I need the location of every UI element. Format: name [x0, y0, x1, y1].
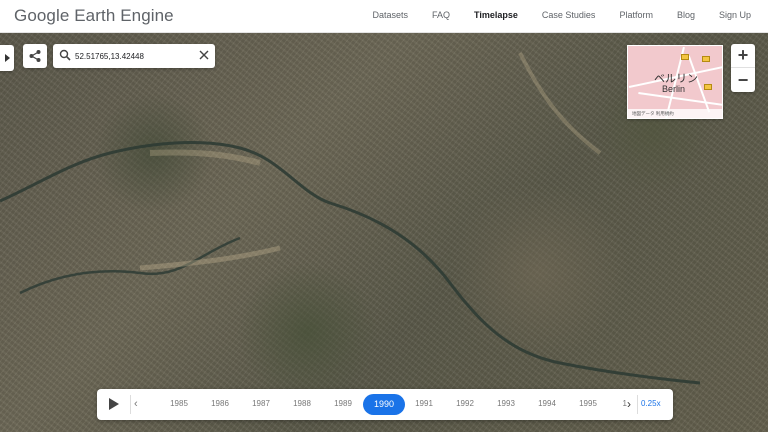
minimap-footer: 地図データ 利用規約 — [628, 109, 722, 118]
chevron-right-icon — [4, 54, 10, 62]
year-item-selected[interactable]: 1990 — [363, 394, 405, 415]
logo[interactable]: Google Earth Engine — [14, 6, 174, 26]
zoom-controls: + − — [731, 44, 755, 92]
year-item[interactable]: 1989 — [325, 399, 361, 408]
minimap[interactable]: ベルリン Berlin 地図データ 利用規約 — [627, 45, 723, 119]
nav-sign-up[interactable]: Sign Up — [719, 10, 751, 20]
share-button[interactable] — [23, 44, 47, 68]
search-icon — [59, 49, 71, 61]
minimap-road — [638, 92, 722, 106]
minimap-city-label-en: Berlin — [662, 84, 686, 94]
nav-datasets[interactable]: Datasets — [373, 10, 409, 20]
chevron-left-icon[interactable]: ‹ — [134, 398, 138, 410]
search-input[interactable] — [75, 48, 195, 64]
minimap-road-badge — [702, 56, 710, 62]
top-header: Google Earth Engine Datasets FAQ Timelap… — [0, 0, 768, 33]
nav-blog[interactable]: Blog — [677, 10, 695, 20]
side-panel-toggle[interactable] — [0, 45, 14, 71]
nav-case-studies[interactable]: Case Studies — [542, 10, 596, 20]
zoom-out-button[interactable]: − — [731, 68, 755, 92]
playback-speed[interactable]: 0.25x — [641, 399, 661, 408]
year-item[interactable]: 1991 — [406, 399, 442, 408]
divider — [130, 395, 131, 414]
year-item[interactable]: 1988 — [284, 399, 320, 408]
year-item[interactable]: 1994 — [529, 399, 565, 408]
year-strip: 1985 1986 1987 1988 1989 1990 1991 1992 … — [143, 389, 627, 420]
minimap-road-badge — [704, 84, 712, 90]
timelapse-controls: ‹ 1985 1986 1987 1988 1989 1990 1991 199… — [97, 389, 673, 420]
year-item[interactable]: 1993 — [488, 399, 524, 408]
chevron-right-icon[interactable]: › — [627, 397, 631, 411]
year-item[interactable]: 1985 — [161, 399, 197, 408]
year-item[interactable]: 19 — [609, 399, 627, 408]
share-icon — [29, 50, 41, 62]
year-item[interactable]: 1986 — [202, 399, 238, 408]
play-icon[interactable] — [109, 398, 119, 410]
year-item[interactable]: 1995 — [570, 399, 606, 408]
nav-faq[interactable]: FAQ — [432, 10, 450, 20]
nav-timelapse[interactable]: Timelapse — [474, 10, 518, 20]
nav-platform[interactable]: Platform — [619, 10, 653, 20]
location-search — [53, 44, 215, 68]
minimap-road-badge — [681, 54, 689, 60]
close-icon[interactable] — [199, 50, 209, 60]
year-item[interactable]: 1992 — [447, 399, 483, 408]
main-nav: Datasets FAQ Timelapse Case Studies Plat… — [349, 10, 752, 20]
divider — [637, 395, 638, 414]
year-item[interactable]: 1987 — [243, 399, 279, 408]
zoom-in-button[interactable]: + — [731, 44, 755, 68]
